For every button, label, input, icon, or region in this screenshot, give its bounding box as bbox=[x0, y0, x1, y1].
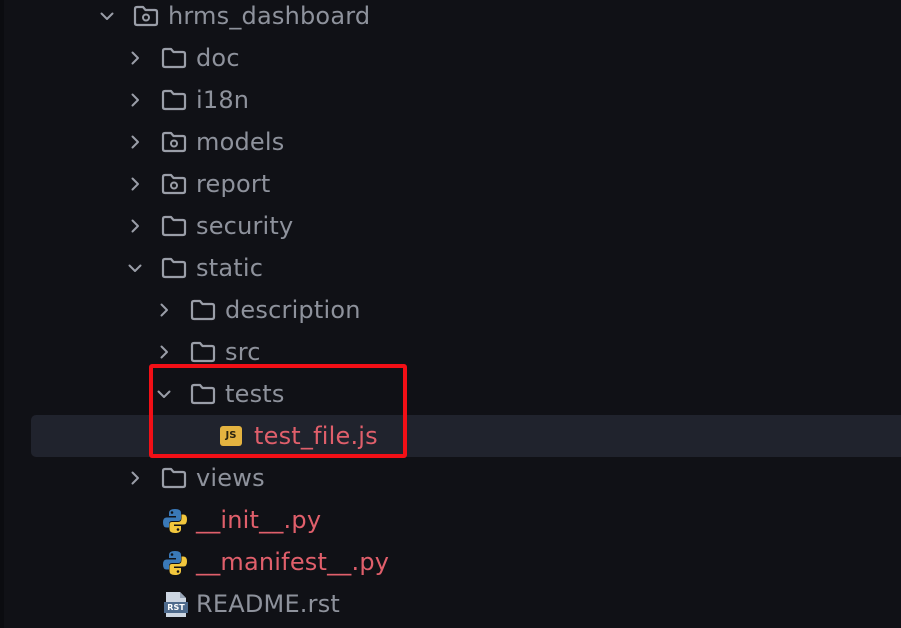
chevron-right-icon[interactable] bbox=[156, 302, 172, 318]
folder-gear-icon bbox=[161, 173, 187, 195]
tree-item-test-file-js[interactable]: JS test_file.js bbox=[0, 415, 901, 457]
tree-item-label: report bbox=[196, 170, 271, 198]
folder-icon bbox=[190, 299, 216, 321]
tree-item-label: src bbox=[225, 338, 261, 366]
tree-item-static[interactable]: static bbox=[0, 247, 901, 289]
chevron-right-icon[interactable] bbox=[127, 218, 143, 234]
tree-item-label: hrms_dashboard bbox=[168, 2, 371, 30]
tree-item-hrms-dashboard[interactable]: hrms_dashboard bbox=[0, 0, 901, 37]
rst-badge-text: RST bbox=[167, 603, 185, 612]
tree-item-label: README.rst bbox=[196, 590, 341, 618]
tree-item-label: __init__.py bbox=[196, 506, 322, 534]
chevron-right-icon[interactable] bbox=[127, 92, 143, 108]
folder-icon bbox=[161, 215, 187, 237]
folder-icon bbox=[161, 89, 187, 111]
folder-gear-icon bbox=[161, 131, 187, 153]
tree-item-label: static bbox=[196, 254, 264, 282]
folder-icon bbox=[190, 341, 216, 363]
chevron-right-icon[interactable] bbox=[156, 344, 172, 360]
chevron-right-icon[interactable] bbox=[127, 134, 143, 150]
tree-item-doc[interactable]: doc bbox=[0, 37, 901, 79]
folder-gear-icon bbox=[133, 5, 159, 27]
folder-icon bbox=[190, 383, 216, 405]
chevron-right-icon[interactable] bbox=[127, 50, 143, 66]
tree-item-label: views bbox=[196, 464, 265, 492]
folder-icon bbox=[161, 257, 187, 279]
folder-icon bbox=[161, 467, 187, 489]
chevron-down-icon[interactable] bbox=[156, 386, 172, 402]
tree-item-views[interactable]: views bbox=[0, 457, 901, 499]
python-file-icon bbox=[163, 551, 187, 575]
tree-item-security[interactable]: security bbox=[0, 205, 901, 247]
tree-item-label: tests bbox=[225, 380, 285, 408]
tree-item-manifest-py[interactable]: __manifest__.py bbox=[0, 541, 901, 583]
tree-item-src[interactable]: src bbox=[0, 331, 901, 373]
chevron-down-icon[interactable] bbox=[99, 8, 115, 24]
tree-item-label: test_file.js bbox=[254, 422, 378, 450]
tree-item-label: description bbox=[225, 296, 361, 324]
chevron-down-icon[interactable] bbox=[127, 260, 143, 276]
tree-item-description[interactable]: description bbox=[0, 289, 901, 331]
tree-item-report[interactable]: report bbox=[0, 163, 901, 205]
tree-item-label: __manifest__.py bbox=[196, 548, 390, 576]
chevron-right-icon[interactable] bbox=[127, 176, 143, 192]
tree-item-readme-rst[interactable]: RST README.rst bbox=[0, 583, 901, 625]
python-file-icon bbox=[163, 509, 187, 533]
tree-item-models[interactable]: models bbox=[0, 121, 901, 163]
tree-item-init-py[interactable]: __init__.py bbox=[0, 499, 901, 541]
tree-item-label: security bbox=[196, 212, 294, 240]
tree-item-label: models bbox=[196, 128, 285, 156]
tree-item-label: doc bbox=[196, 44, 240, 72]
tree-item-i18n[interactable]: i18n bbox=[0, 79, 901, 121]
tree-item-label: i18n bbox=[196, 86, 250, 114]
js-badge-text: JS bbox=[225, 430, 237, 441]
tree-item-tests[interactable]: tests bbox=[0, 373, 901, 415]
folder-icon bbox=[161, 47, 187, 69]
chevron-right-icon[interactable] bbox=[127, 470, 143, 486]
